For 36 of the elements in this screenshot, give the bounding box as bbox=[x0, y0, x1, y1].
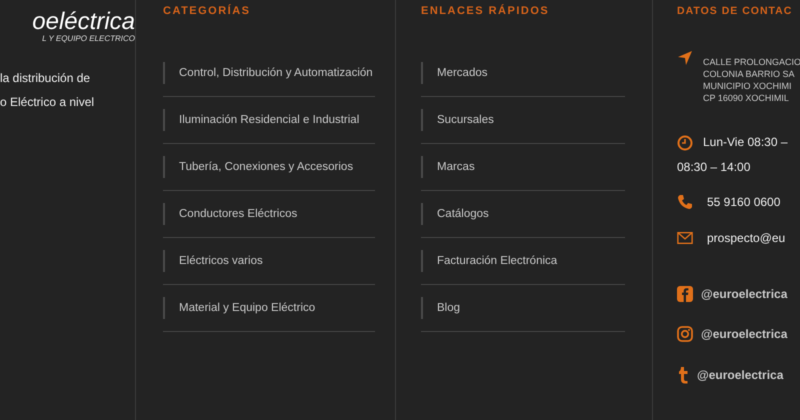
phone-number: 55 9160 0600 bbox=[707, 195, 780, 209]
category-link[interactable]: Material y Equipo Eléctrico bbox=[163, 297, 375, 319]
category-link[interactable]: Iluminación Residencial e Industrial bbox=[163, 109, 375, 131]
section-heading: CATEGORÍAS bbox=[163, 4, 252, 18]
quick-link[interactable]: Facturación Electrónica bbox=[421, 250, 625, 272]
mail-icon bbox=[677, 230, 693, 246]
category-link[interactable]: Tubería, Conexiones y Accesorios bbox=[163, 156, 375, 178]
about-text: o Eléctrico a nivel bbox=[0, 94, 94, 111]
about-text: la distribución de bbox=[0, 70, 90, 87]
email-text: prospecto@eu bbox=[707, 231, 786, 245]
category-link[interactable]: Eléctricos varios bbox=[163, 250, 375, 272]
category-link[interactable]: Control, Distribución y Automatización bbox=[163, 62, 375, 84]
instagram-icon[interactable] bbox=[677, 326, 693, 342]
social-link[interactable]: @euroelectrica bbox=[701, 287, 788, 301]
category-link[interactable]: Conductores Eléctricos bbox=[163, 203, 375, 225]
location-arrow-icon bbox=[677, 50, 693, 66]
logo-text: oeléctrica bbox=[32, 10, 135, 34]
hours-text: Lun-Vie 08:30 – bbox=[703, 134, 788, 151]
logo-subtitle: L Y EQUIPO ELECTRICO bbox=[42, 34, 135, 44]
section-heading: DATOS DE CONTAC bbox=[677, 4, 794, 18]
address-text: CP 16090 XOCHIMIL bbox=[703, 92, 790, 104]
hours-text: 08:30 – 14:00 bbox=[677, 159, 752, 176]
quick-link[interactable]: Marcas bbox=[421, 156, 625, 178]
phone-icon bbox=[677, 194, 693, 210]
clock-icon bbox=[677, 134, 693, 150]
address-text: COLONIA BARRIO SA bbox=[703, 68, 796, 80]
quick-link[interactable]: Sucursales bbox=[421, 109, 625, 131]
social-link[interactable]: @euroelectrica bbox=[701, 327, 788, 341]
tumblr-icon[interactable] bbox=[677, 366, 689, 384]
quick-link[interactable]: Blog bbox=[421, 297, 625, 319]
quick-link[interactable]: Mercados bbox=[421, 62, 625, 84]
address-text: MUNICIPIO XOCHIMI bbox=[703, 80, 793, 92]
section-heading: ENLACES RÁPIDOS bbox=[421, 4, 550, 18]
quick-link[interactable]: Catálogos bbox=[421, 203, 625, 225]
social-link[interactable]: @euroelectrica bbox=[697, 368, 784, 382]
facebook-icon[interactable] bbox=[677, 286, 693, 302]
